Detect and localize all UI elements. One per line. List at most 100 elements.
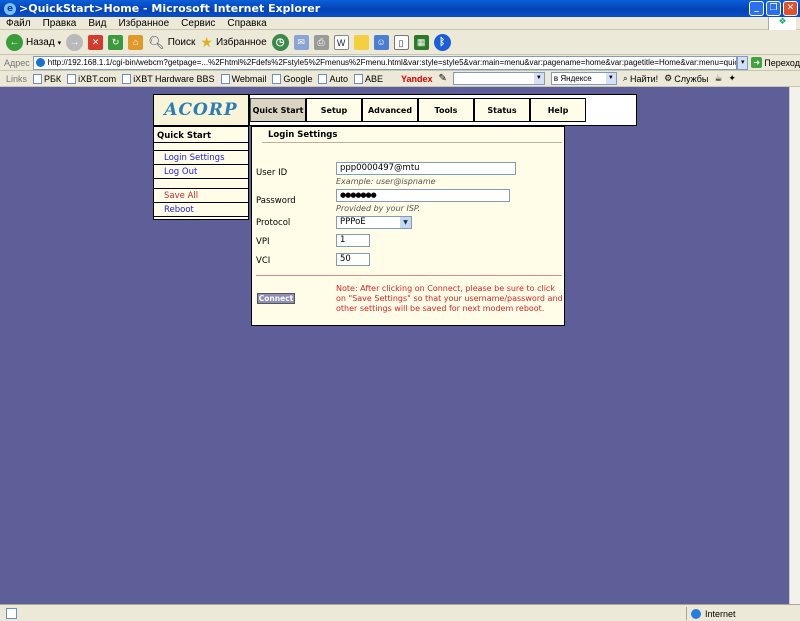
page-icon xyxy=(272,73,282,84)
word-icon[interactable]: W xyxy=(333,35,349,50)
yandex-scope-select[interactable]: в Яндексе ▼ xyxy=(550,72,617,85)
globe-icon xyxy=(691,608,701,619)
search-icon: ⌕ xyxy=(622,73,628,83)
menu-edit[interactable]: Правка xyxy=(37,18,83,29)
menu-file[interactable]: Файл xyxy=(0,18,37,29)
services-button[interactable]: ⚙ Службы xyxy=(664,73,708,84)
vertical-scrollbar[interactable] xyxy=(789,87,800,604)
mail-icon[interactable]: ✉ xyxy=(293,35,309,50)
tab-status[interactable]: Status xyxy=(474,98,530,122)
sidebar-item-log-out[interactable]: Log Out xyxy=(154,165,248,179)
back-arrow-icon: ← xyxy=(6,34,23,51)
window-title: >QuickStart>Home - Microsoft Internet Ex… xyxy=(19,2,321,15)
history-icon[interactable]: ◷ xyxy=(271,34,289,51)
forward-button[interactable]: → xyxy=(66,34,84,51)
link-ixbt[interactable]: iXBT.com xyxy=(67,73,117,84)
status-bar: Internet xyxy=(0,604,800,621)
stop-icon[interactable]: ✕ xyxy=(88,35,104,50)
user-id-hint: Example: user@ispname xyxy=(336,177,436,186)
go-button[interactable]: ➜ Переход xyxy=(751,57,800,68)
bluetooth-icon[interactable]: ᛒ xyxy=(433,34,451,51)
minimize-button[interactable]: _ xyxy=(749,1,764,16)
close-button[interactable]: ✕ xyxy=(783,1,798,16)
status-divider xyxy=(686,607,687,620)
page-status-icon xyxy=(6,607,17,619)
link-auto[interactable]: Auto xyxy=(318,73,348,84)
windows-logo-icon: ❖ xyxy=(768,17,796,30)
page-icon xyxy=(122,73,132,84)
sidebar-item-save-all[interactable]: Save All xyxy=(154,189,248,203)
save-note: Note: After clicking on Connect, please … xyxy=(336,284,563,313)
page-icon xyxy=(220,73,230,84)
tab-quick-start[interactable]: Quick Start xyxy=(250,98,306,122)
toolbar: ← Назад ▾ → ✕ ↻ ⌂ 🔍︎ Поиск ★ Избранное ◷… xyxy=(0,31,800,55)
ie-icon: e xyxy=(4,2,16,15)
page-icon xyxy=(353,73,363,84)
tab-help[interactable]: Help xyxy=(530,98,586,122)
search-button[interactable]: 🔍︎ Поиск xyxy=(148,35,195,51)
link-label: iXBT.com xyxy=(78,73,117,84)
protocol-value: PPPoE xyxy=(340,217,366,227)
find-button[interactable]: ⌕ Найти! xyxy=(623,73,658,84)
link-label: Google xyxy=(283,73,313,84)
favorites-button[interactable]: ★ Избранное xyxy=(200,34,266,51)
acorp-logo: ACORP xyxy=(154,95,250,125)
protocol-select[interactable]: PPPoE ▼ xyxy=(336,216,412,229)
folder-icon[interactable] xyxy=(353,35,369,50)
dropdown-icon: ▼ xyxy=(605,73,616,84)
sidebar-spacer xyxy=(154,143,248,151)
refresh-icon[interactable]: ↻ xyxy=(108,35,124,50)
vci-label: VCI xyxy=(256,256,271,266)
vpi-input[interactable]: 1 xyxy=(336,234,370,247)
link-ixbt-bbs[interactable]: iXBT Hardware BBS xyxy=(122,73,215,84)
links-label: Links xyxy=(6,73,28,84)
sidebar-spacer xyxy=(154,179,248,189)
password-hint: Provided by your ISP. xyxy=(336,204,421,213)
menu-favorites[interactable]: Избранное xyxy=(112,18,175,29)
back-button[interactable]: ← Назад ▾ xyxy=(6,34,61,51)
vci-input[interactable]: 50 xyxy=(336,253,370,266)
password-label: Password xyxy=(256,196,296,206)
password-input[interactable]: ●●●●●●● xyxy=(336,189,510,202)
router-nav-bar: ACORP Quick Start Setup Advanced Tools S… xyxy=(153,94,637,126)
device-icon[interactable]: ▯ xyxy=(393,35,409,50)
link-google[interactable]: Google xyxy=(272,73,313,84)
menu-tools[interactable]: Сервис xyxy=(175,18,221,29)
menu-bar: Файл Правка Вид Избранное Сервис Справка xyxy=(0,17,800,30)
link-label: iXBT Hardware BBS xyxy=(133,73,215,84)
grid-icon[interactable]: ▦ xyxy=(413,35,429,50)
sidebar-item-reboot[interactable]: Reboot xyxy=(154,203,248,217)
back-label: Назад xyxy=(26,37,55,48)
services-label: Службы xyxy=(674,73,709,84)
menu-view[interactable]: Вид xyxy=(82,18,112,29)
messenger-icon[interactable]: ☺ xyxy=(373,35,389,50)
address-input[interactable]: http://192.168.1.1/cgi-bin/webcm?getpage… xyxy=(32,55,738,70)
link-abe[interactable]: ABE xyxy=(353,73,383,84)
sidebar-item-login-settings[interactable]: Login Settings xyxy=(154,151,248,165)
cup-icon[interactable]: ☕︎ xyxy=(714,73,722,84)
tab-setup[interactable]: Setup xyxy=(306,98,362,122)
divider xyxy=(256,275,562,276)
connect-button[interactable]: Connect xyxy=(257,293,295,304)
services-icon: ⚙ xyxy=(664,73,673,83)
tab-advanced[interactable]: Advanced xyxy=(362,98,418,122)
tab-tools[interactable]: Tools xyxy=(418,98,474,122)
link-webmail[interactable]: Webmail xyxy=(220,73,266,84)
link-rbc[interactable]: РБК xyxy=(33,73,61,84)
address-url: http://192.168.1.1/cgi-bin/webcm?getpage… xyxy=(47,58,737,67)
pin-icon[interactable]: ✦ xyxy=(728,73,736,84)
user-id-input[interactable]: ppp0000497@mtu xyxy=(336,162,516,175)
home-icon[interactable]: ⌂ xyxy=(128,35,144,50)
yandex-search-input[interactable]: ▼ xyxy=(452,72,545,85)
page-title: Login Settings xyxy=(268,130,338,140)
pen-icon[interactable]: ✎ xyxy=(439,73,447,84)
address-dropdown[interactable]: ▾ xyxy=(737,55,749,70)
dropdown-icon: ▼ xyxy=(533,73,544,84)
maximize-button[interactable]: ❐ xyxy=(766,1,781,16)
favorites-label: Избранное xyxy=(215,37,267,48)
find-label: Найти! xyxy=(629,73,659,84)
page-icon xyxy=(318,73,328,84)
link-label: Auto xyxy=(329,73,348,84)
menu-help[interactable]: Справка xyxy=(221,18,272,29)
print-icon[interactable]: ⎙ xyxy=(313,35,329,50)
